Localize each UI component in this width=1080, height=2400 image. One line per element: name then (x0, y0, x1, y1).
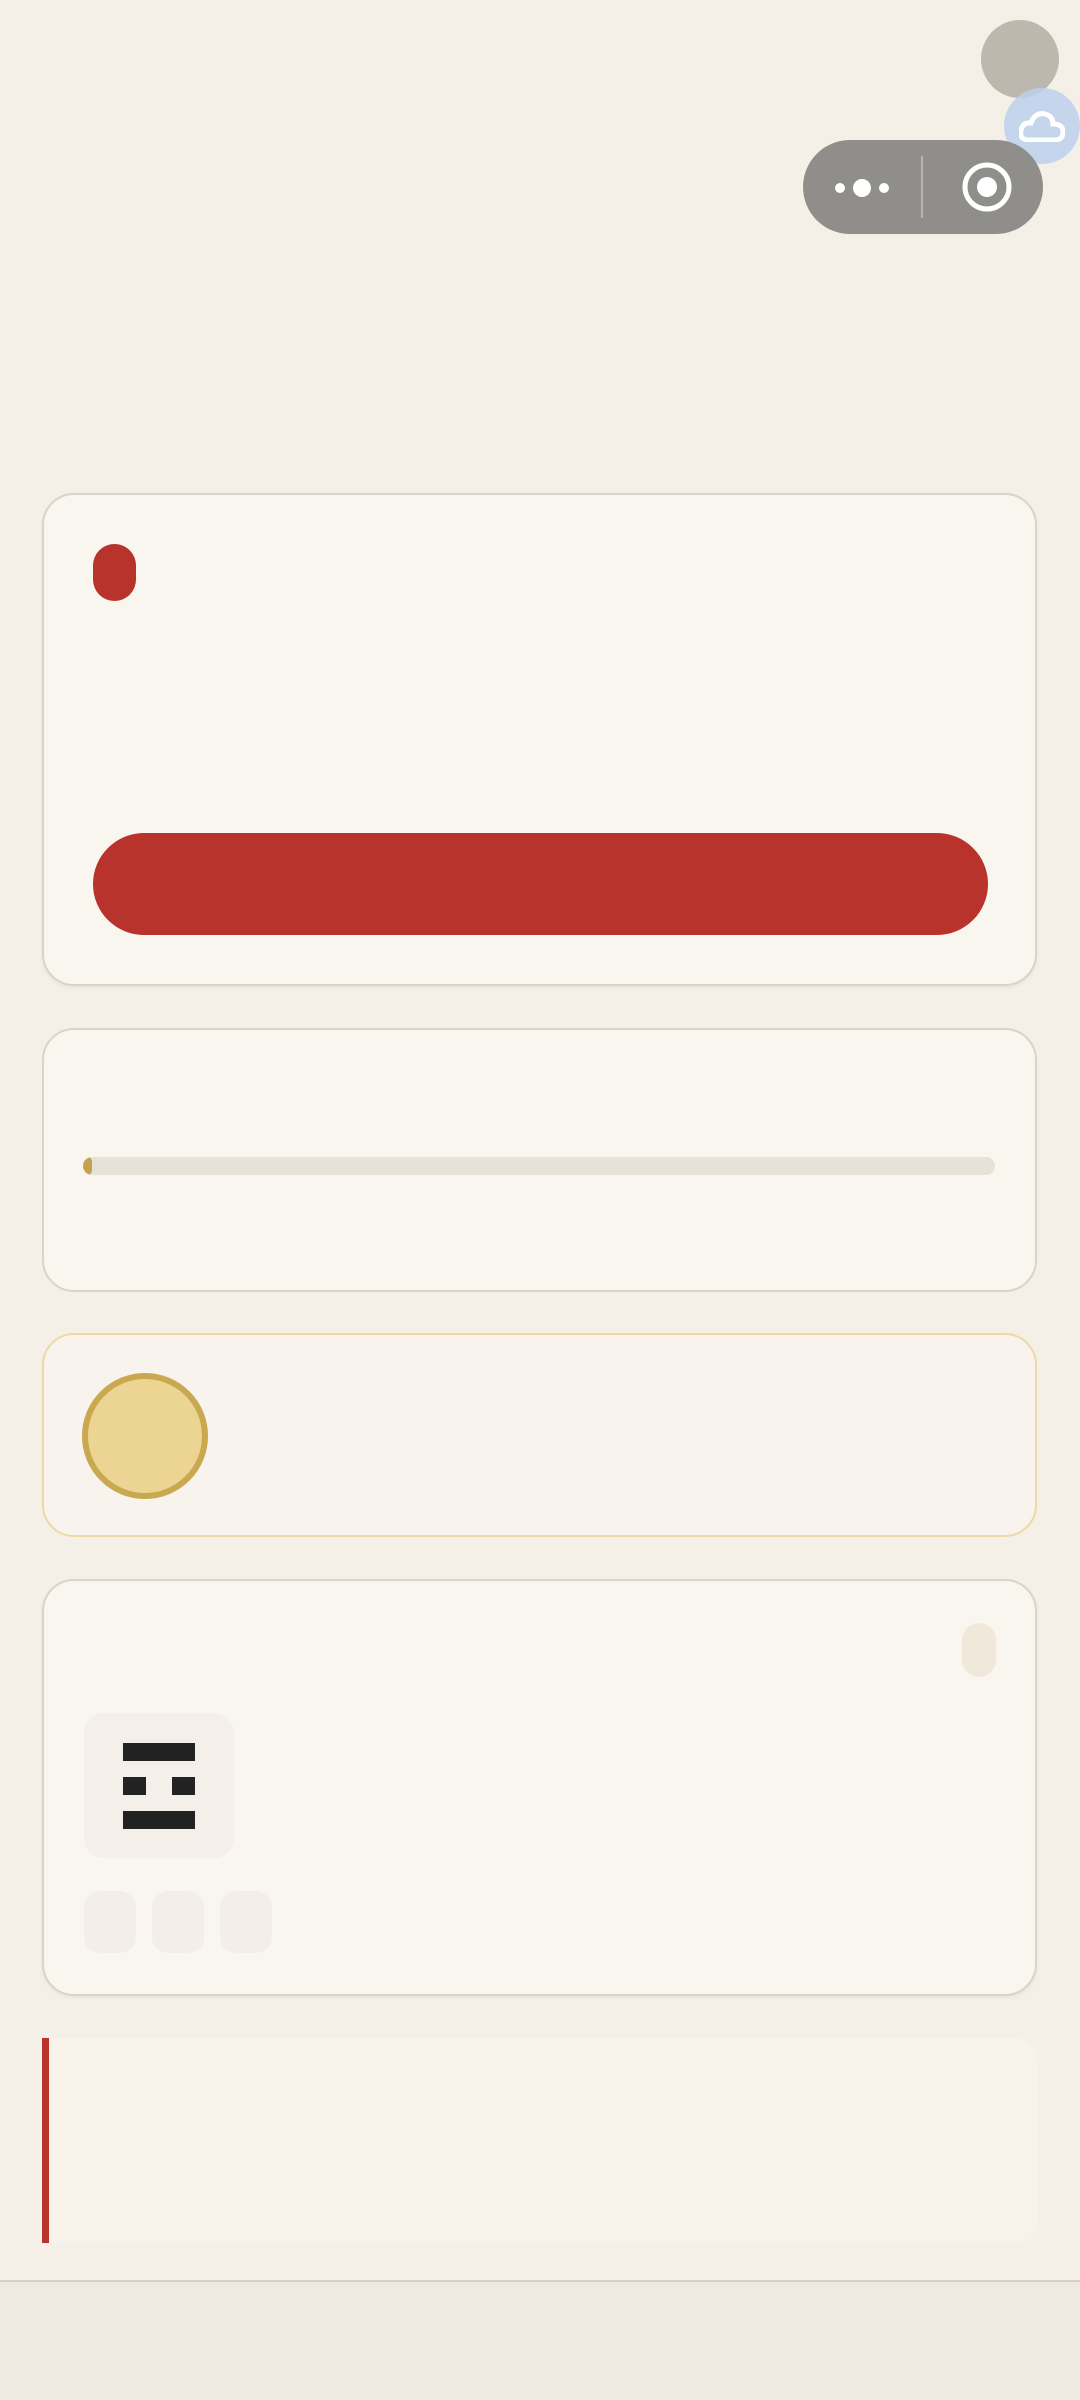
hexagram-icon (84, 1713, 234, 1858)
status-badge (93, 544, 136, 601)
cloud-shape (1019, 111, 1065, 142)
tag-3[interactable] (220, 1891, 272, 1953)
close-button[interactable] (923, 140, 1043, 234)
hexagram-line-bottom (123, 1811, 195, 1829)
main-card (42, 493, 1037, 986)
note-block (42, 2038, 1037, 2243)
progress-card (42, 1028, 1037, 1292)
mini-program-page (0, 0, 1080, 2400)
coin-icon (82, 1373, 208, 1499)
tag-1[interactable] (84, 1891, 136, 1953)
primary-action-button[interactable] (93, 833, 988, 935)
tag-2[interactable] (152, 1891, 204, 1953)
hexagram-line-top (123, 1743, 195, 1761)
target-close-icon (962, 162, 1012, 212)
mini-program-capsule (803, 140, 1043, 234)
hexagram-line-middle-left (123, 1777, 146, 1795)
progress-bar (83, 1157, 995, 1175)
floating-avatar[interactable] (981, 20, 1059, 98)
corner-chip[interactable] (962, 1623, 996, 1677)
progress-fill (83, 1157, 93, 1175)
more-button[interactable] (803, 140, 921, 234)
bottom-bar (0, 2280, 1080, 2400)
hexagram-line-middle-right (172, 1777, 195, 1795)
hexagram-card (42, 1579, 1037, 1996)
more-dots-icon (835, 179, 889, 197)
coin-card[interactable] (42, 1333, 1037, 1537)
